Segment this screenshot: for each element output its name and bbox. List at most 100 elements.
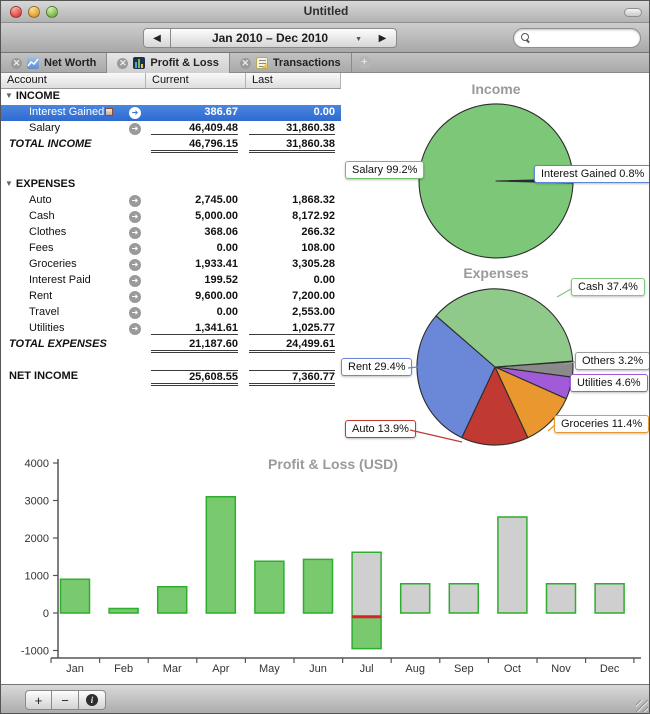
net-income-label: NET INCOME [9, 370, 78, 382]
toolbar-toggle-button[interactable] [624, 8, 642, 17]
current-value: 368.06 [151, 226, 238, 238]
current-value: 9,600.00 [151, 290, 238, 302]
tab-transactions[interactable]: ✕Transactions [230, 53, 352, 73]
net-income-row: NET INCOME 25,608.55 7,360.77 [1, 369, 341, 385]
total-label: TOTAL EXPENSES [9, 338, 107, 350]
svg-text:Oct: Oct [504, 663, 521, 675]
pie-label-others: Others 3.2% [575, 352, 650, 370]
add-tab-button[interactable]: + [358, 56, 371, 69]
account-name: Salary [29, 122, 60, 134]
search-field[interactable] [513, 28, 641, 48]
table-row-groceries[interactable]: Groceries➜1,933.413,305.28 [1, 257, 341, 273]
remove-account-button[interactable]: − [52, 690, 79, 710]
table-row-fees[interactable]: Fees➜0.00108.00 [1, 241, 341, 257]
last-value: 108.00 [249, 242, 335, 254]
income-chart-title: Income [381, 81, 611, 97]
bar-oct [498, 517, 527, 613]
last-value: 1,868.32 [249, 194, 335, 206]
column-header-current[interactable]: Current [146, 73, 246, 89]
bar-jul-projected [352, 552, 381, 617]
table-row-auto[interactable]: Auto➜2,745.001,868.32 [1, 193, 341, 209]
tab-label: Net Worth [44, 57, 96, 69]
pie-label-salary: Salary 99.2% [345, 161, 424, 179]
add-account-button[interactable]: + [25, 690, 52, 710]
total-row-total-income: TOTAL INCOME46,796.1531,860.38 [1, 137, 341, 153]
drilldown-arrow-button[interactable]: ➜ [129, 259, 141, 271]
table-row-cash[interactable]: Cash➜5,000.008,172.92 [1, 209, 341, 225]
drilldown-arrow-button[interactable]: ➜ [129, 243, 141, 255]
last-value: 31,860.38 [249, 138, 335, 153]
resize-grip[interactable] [636, 700, 648, 712]
drilldown-arrow-button[interactable]: ➜ [129, 107, 141, 119]
profit-loss-bar-chart: Profit & Loss (USD)40003000200010000-100… [1, 451, 650, 683]
pie-label-groceries: Groceries 11.4% [554, 415, 649, 433]
tab-profit-loss[interactable]: ✕Profit & Loss [107, 53, 229, 73]
table-row-clothes[interactable]: Clothes➜368.06266.32 [1, 225, 341, 241]
section-gap [1, 153, 341, 177]
table-row-travel[interactable]: Travel ➜ 0.00 2,553.00 [1, 305, 341, 321]
account-name: Travel [29, 306, 59, 318]
tab-net-worth[interactable]: ✕ Net Worth [1, 53, 107, 73]
last-value: 3,305.28 [249, 258, 335, 270]
table-row-utilities[interactable]: Utilities➜1,341.611,025.77 [1, 321, 341, 337]
section-gap [1, 353, 341, 369]
drilldown-arrow-button[interactable]: ➜ [129, 291, 141, 303]
account-name: Auto [29, 194, 52, 206]
current-value: 1,341.61 [151, 322, 238, 335]
disclosure-triangle-icon[interactable]: ▼ [5, 179, 13, 188]
last-value: 7,360.77 [249, 370, 335, 386]
main-content: AccountCurrentLast ▼INCOMEInterest Gaine… [1, 73, 650, 684]
svg-text:0: 0 [43, 608, 49, 620]
column-header-account[interactable]: Account [1, 73, 146, 89]
chevron-down-icon: ▼ [355, 36, 362, 43]
edit-badge-icon [105, 108, 113, 116]
svg-text:Mar: Mar [163, 663, 182, 675]
last-value: 0.00 [249, 274, 335, 286]
current-value: 25,608.55 [151, 370, 238, 386]
search-input[interactable] [535, 32, 635, 44]
account-name: Cash [29, 210, 55, 222]
table-row-rent[interactable]: Rent➜9,600.007,200.00 [1, 289, 341, 305]
accounts-table: ▼INCOMEInterest Gained➜386.670.00Salary ➜… [1, 89, 341, 385]
disclosure-triangle-icon[interactable]: ▼ [5, 91, 13, 100]
window-title: Untitled [1, 4, 650, 18]
last-value: 8,172.92 [249, 210, 335, 222]
date-range-dropdown[interactable]: Jan 2010 – Dec 2010 ▼ [171, 28, 369, 48]
info-button[interactable]: i [79, 690, 106, 710]
svg-text:Sep: Sep [454, 663, 474, 675]
drilldown-arrow-button[interactable]: ➜ [129, 227, 141, 239]
bar-feb [109, 609, 138, 614]
drilldown-arrow-button[interactable]: ➜ [129, 123, 141, 135]
svg-text:Dec: Dec [600, 663, 620, 675]
app-window: Untitled ◀ Jan 2010 – Dec 2010 ▼ ▶ ✕ Net … [0, 0, 650, 714]
svg-text:Jan: Jan [66, 663, 84, 675]
close-tab-icon[interactable]: ✕ [117, 58, 128, 69]
drilldown-arrow-button[interactable]: ➜ [129, 211, 141, 223]
svg-text:May: May [259, 663, 280, 675]
group-row-income: ▼INCOME [1, 89, 341, 105]
svg-text:Nov: Nov [551, 663, 571, 675]
account-actions: + − i [25, 690, 106, 710]
table-row-interest-paid[interactable]: Interest Paid➜199.520.00 [1, 273, 341, 289]
next-period-button[interactable]: ▶ [369, 28, 397, 48]
drilldown-arrow-button[interactable]: ➜ [129, 323, 141, 335]
toolbar: ◀ Jan 2010 – Dec 2010 ▼ ▶ [1, 23, 650, 53]
last-value: 2,553.00 [249, 306, 335, 318]
previous-period-button[interactable]: ◀ [143, 28, 171, 48]
group-row-expenses: ▼EXPENSES [1, 177, 341, 193]
table-row-interest-gained[interactable]: Interest Gained➜386.670.00 [1, 105, 341, 121]
drilldown-arrow-button[interactable]: ➜ [129, 195, 141, 207]
svg-text:1000: 1000 [25, 571, 49, 583]
table-row-salary[interactable]: Salary➜46,409.4831,860.38 [1, 121, 341, 137]
close-tab-icon[interactable]: ✕ [11, 58, 22, 69]
drilldown-arrow-button[interactable]: ➜ [129, 307, 141, 319]
account-name: Rent [29, 290, 52, 302]
drilldown-arrow-button[interactable]: ➜ [129, 275, 141, 287]
svg-text:3000: 3000 [25, 496, 49, 508]
column-header-last[interactable]: Last [246, 73, 341, 89]
current-value: 0.00 [151, 306, 238, 318]
pie-label-cash: Cash 37.4% [571, 278, 645, 296]
close-tab-icon[interactable]: ✕ [240, 58, 251, 69]
account-name: Interest Paid [29, 274, 91, 286]
title-bar: Untitled [1, 1, 650, 23]
